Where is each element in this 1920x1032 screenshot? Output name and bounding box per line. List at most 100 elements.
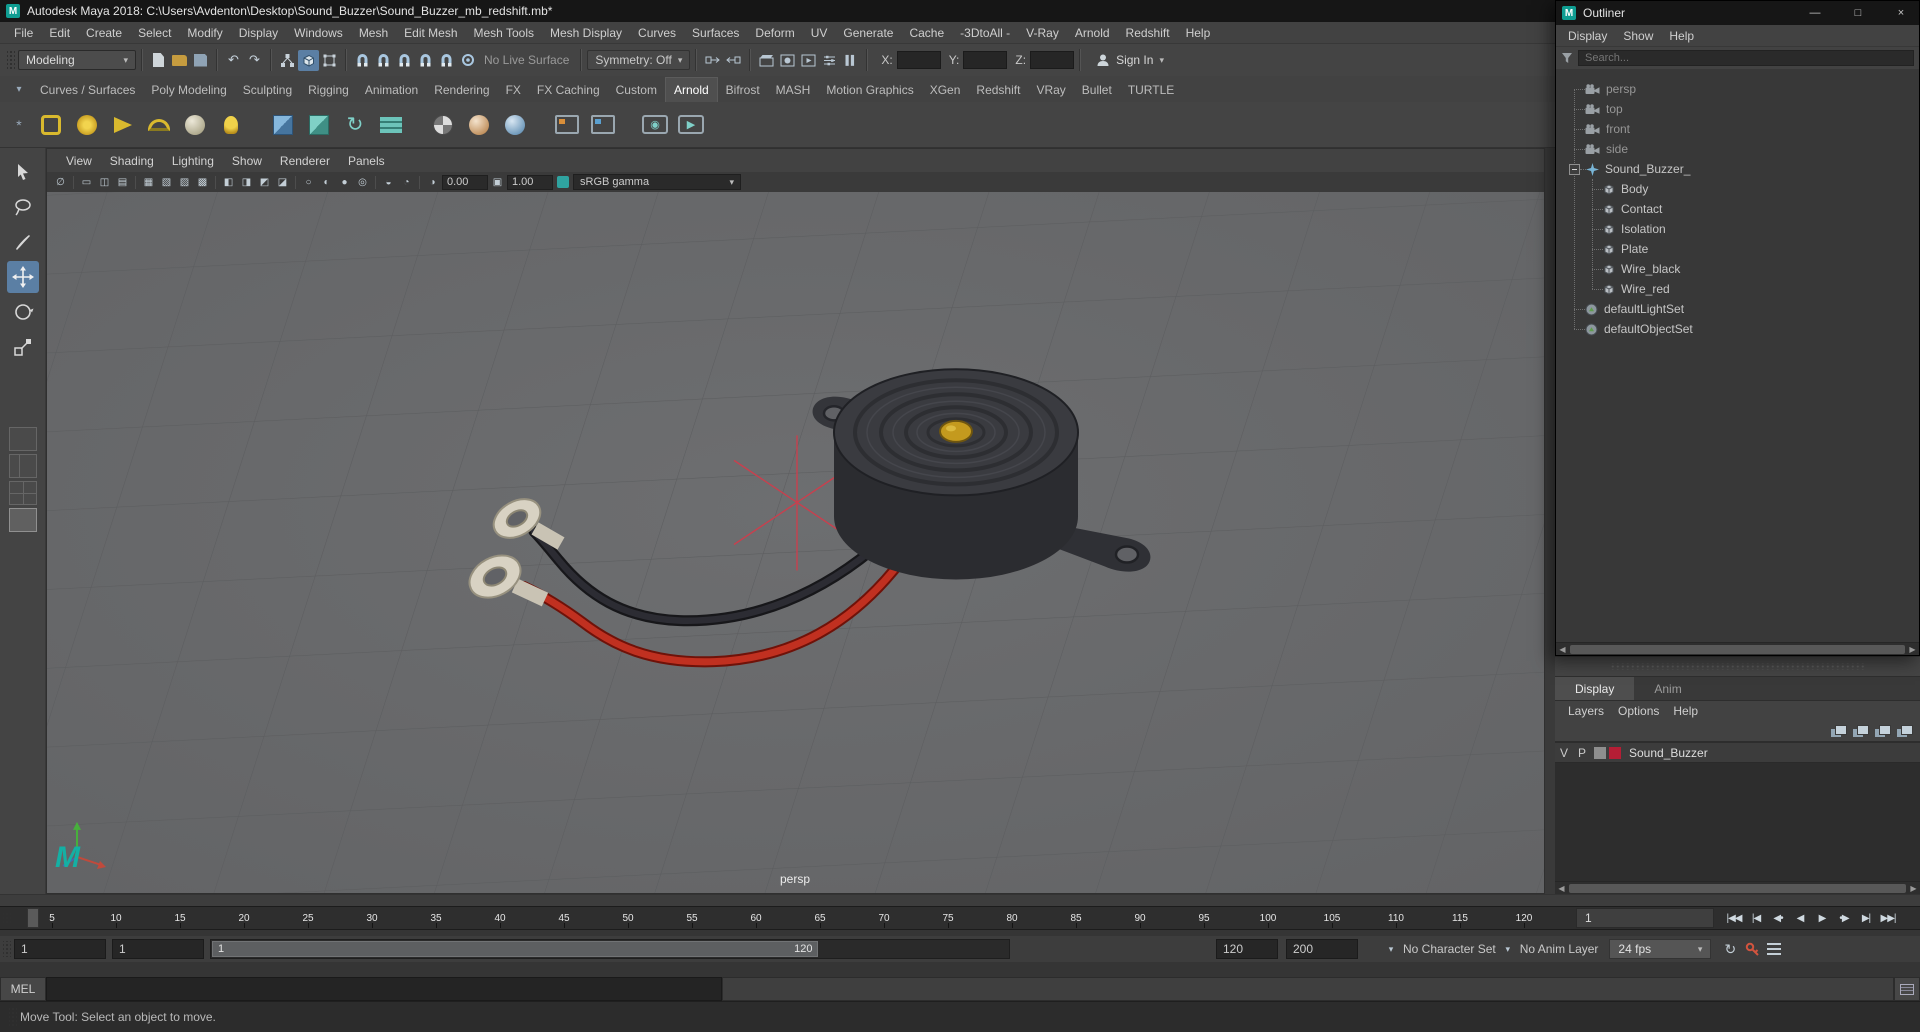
- outliner-item-contact[interactable]: Contact: [1556, 199, 1919, 219]
- anim-layer-label[interactable]: No Anim Layer: [1517, 942, 1602, 956]
- close-button[interactable]: ×: [1883, 1, 1919, 25]
- scrollbar-thumb[interactable]: [1569, 883, 1906, 893]
- symmetry-selector[interactable]: Symmetry: Off ▾: [587, 50, 691, 70]
- arnold-point-light-button[interactable]: [70, 108, 104, 142]
- play-backwards-button[interactable]: ◀: [1790, 908, 1810, 928]
- play-forwards-button[interactable]: ▶: [1812, 908, 1832, 928]
- menu-edit-mesh[interactable]: Edit Mesh: [396, 26, 465, 40]
- panel-menu-view[interactable]: View: [57, 154, 101, 168]
- shelf-tab-vray[interactable]: VRay: [1028, 78, 1073, 102]
- exposure-icon[interactable]: ◑: [424, 174, 441, 190]
- menu-set-selector[interactable]: Modeling ▾: [18, 50, 136, 70]
- live-surface-selector[interactable]: No Live Surface: [478, 53, 575, 67]
- range-slider-grip[interactable]: [3, 941, 11, 957]
- shelf-tab-animation[interactable]: Animation: [357, 78, 426, 102]
- shelf-menu-icon[interactable]: ▾: [6, 76, 32, 102]
- outliner-item-isolation[interactable]: Isolation: [1556, 219, 1919, 239]
- pause-viewport-button[interactable]: ▌▌: [840, 50, 861, 71]
- shelf-gear-icon[interactable]: *: [6, 117, 32, 133]
- layer-list-scrollbar[interactable]: ◀ ▶: [1555, 881, 1920, 894]
- select-tool-button[interactable]: [7, 156, 39, 188]
- wireframe-mode-icon[interactable]: ○: [300, 174, 317, 190]
- character-set-label[interactable]: No Character Set: [1400, 942, 1499, 956]
- tab-display-layers[interactable]: Display: [1555, 677, 1635, 700]
- layout-two-pane-button[interactable]: [8, 454, 37, 478]
- frame-tick[interactable]: 30: [340, 907, 404, 929]
- fill-mode-icon[interactable]: ◪: [274, 174, 291, 190]
- shelf-tab-fx-caching[interactable]: FX Caching: [529, 78, 608, 102]
- step-back-key-button[interactable]: ◀•: [1768, 908, 1788, 928]
- shelf-tab-xgen[interactable]: XGen: [922, 78, 969, 102]
- menu-redshift[interactable]: Redshift: [1118, 26, 1178, 40]
- shelf-tab-rendering[interactable]: Rendering: [426, 78, 497, 102]
- open-render-view-button[interactable]: [756, 50, 777, 71]
- new-scene-button[interactable]: [148, 50, 169, 71]
- frame-tick[interactable]: 20: [212, 907, 276, 929]
- resolution-gate-icon[interactable]: ▨: [176, 174, 193, 190]
- move-layer-down-icon[interactable]: [1853, 724, 1869, 738]
- range-slider-track[interactable]: 1 120: [210, 939, 1010, 959]
- viewport-3d-area[interactable]: M persp: [46, 192, 1545, 894]
- shelf-tab-custom[interactable]: Custom: [608, 78, 665, 102]
- scroll-left-icon[interactable]: ◀: [1556, 643, 1569, 656]
- arnold-ipr-window-button[interactable]: ◉: [638, 108, 672, 142]
- grid-toggle-icon[interactable]: ▦: [140, 174, 157, 190]
- scroll-right-icon[interactable]: ▶: [1906, 643, 1919, 656]
- menu-file[interactable]: File: [6, 26, 41, 40]
- gamma-field[interactable]: 1.00: [507, 174, 553, 190]
- frame-tick[interactable]: 110: [1364, 907, 1428, 929]
- menu-create[interactable]: Create: [78, 26, 130, 40]
- auto-keyframe-toggle[interactable]: [1741, 939, 1763, 959]
- arnold-volume-button[interactable]: [302, 108, 336, 142]
- frame-tick[interactable]: 120: [1492, 907, 1556, 929]
- menu-deform[interactable]: Deform: [747, 26, 802, 40]
- select-by-component-button[interactable]: [319, 50, 340, 71]
- outliner-menu-display[interactable]: Display: [1560, 29, 1615, 43]
- options-menu[interactable]: Options: [1611, 704, 1666, 718]
- menu-windows[interactable]: Windows: [286, 26, 351, 40]
- time-slider-ticks[interactable]: 5 10 15 20 25 30 35 40 45 50 55 60 65 70…: [14, 907, 1562, 929]
- viewport-3d-canvas[interactable]: M persp: [47, 192, 1544, 893]
- time-slider-grip[interactable]: [3, 912, 11, 924]
- save-scene-button[interactable]: [190, 50, 211, 71]
- range-slider-bar[interactable]: 1 120: [212, 941, 819, 957]
- frame-tick[interactable]: 10: [84, 907, 148, 929]
- select-by-hierarchy-button[interactable]: [277, 50, 298, 71]
- frame-tick[interactable]: 105: [1300, 907, 1364, 929]
- layer-display-type-box[interactable]: [1594, 746, 1606, 759]
- frame-tick[interactable]: 50: [596, 907, 660, 929]
- panel-menu-lighting[interactable]: Lighting: [163, 154, 223, 168]
- gamma-icon[interactable]: ▣: [489, 174, 506, 190]
- range-handle-end[interactable]: 120: [794, 943, 812, 955]
- frame-tick[interactable]: 115: [1428, 907, 1492, 929]
- command-language-toggle[interactable]: MEL: [0, 977, 46, 1001]
- minimize-button[interactable]: —: [1797, 1, 1833, 25]
- menu-display[interactable]: Display: [231, 26, 286, 40]
- playback-end-field[interactable]: [1216, 939, 1278, 959]
- outliner-item-top[interactable]: top: [1556, 99, 1919, 119]
- camera-attributes-icon[interactable]: ▤: [114, 174, 131, 190]
- current-frame-field[interactable]: [1576, 908, 1714, 928]
- step-forward-key-button[interactable]: •▶: [1834, 908, 1854, 928]
- menu-uv[interactable]: UV: [803, 26, 836, 40]
- menu-help[interactable]: Help: [1178, 26, 1219, 40]
- input-connections-button[interactable]: [702, 50, 723, 71]
- time-slider[interactable]: 5 10 15 20 25 30 35 40 45 50 55 60 65 70…: [0, 906, 1920, 930]
- arnold-mesh-light-button[interactable]: [178, 108, 212, 142]
- film-gate-icon[interactable]: ▧: [158, 174, 175, 190]
- panel-menu-shading[interactable]: Shading: [101, 154, 163, 168]
- textured-mode-icon[interactable]: ●: [336, 174, 353, 190]
- gate-mask-icon[interactable]: ▩: [194, 174, 211, 190]
- view-transform-dropdown[interactable]: sRGB gamma ▾: [573, 174, 741, 190]
- menu-edit[interactable]: Edit: [41, 26, 78, 40]
- x-coordinate-field[interactable]: [896, 51, 941, 69]
- outliner-item-persp[interactable]: persp: [1556, 79, 1919, 99]
- frame-tick[interactable]: 55: [660, 907, 724, 929]
- layer-playback-toggle[interactable]: P: [1573, 746, 1591, 760]
- tab-anim-layers[interactable]: Anim: [1634, 677, 1701, 700]
- arnold-shader-ball-button[interactable]: [462, 108, 496, 142]
- ipr-render-button[interactable]: [798, 50, 819, 71]
- arnold-skydome-light-button[interactable]: [142, 108, 176, 142]
- frame-tick[interactable]: 5: [20, 907, 84, 929]
- frame-tick[interactable]: 15: [148, 907, 212, 929]
